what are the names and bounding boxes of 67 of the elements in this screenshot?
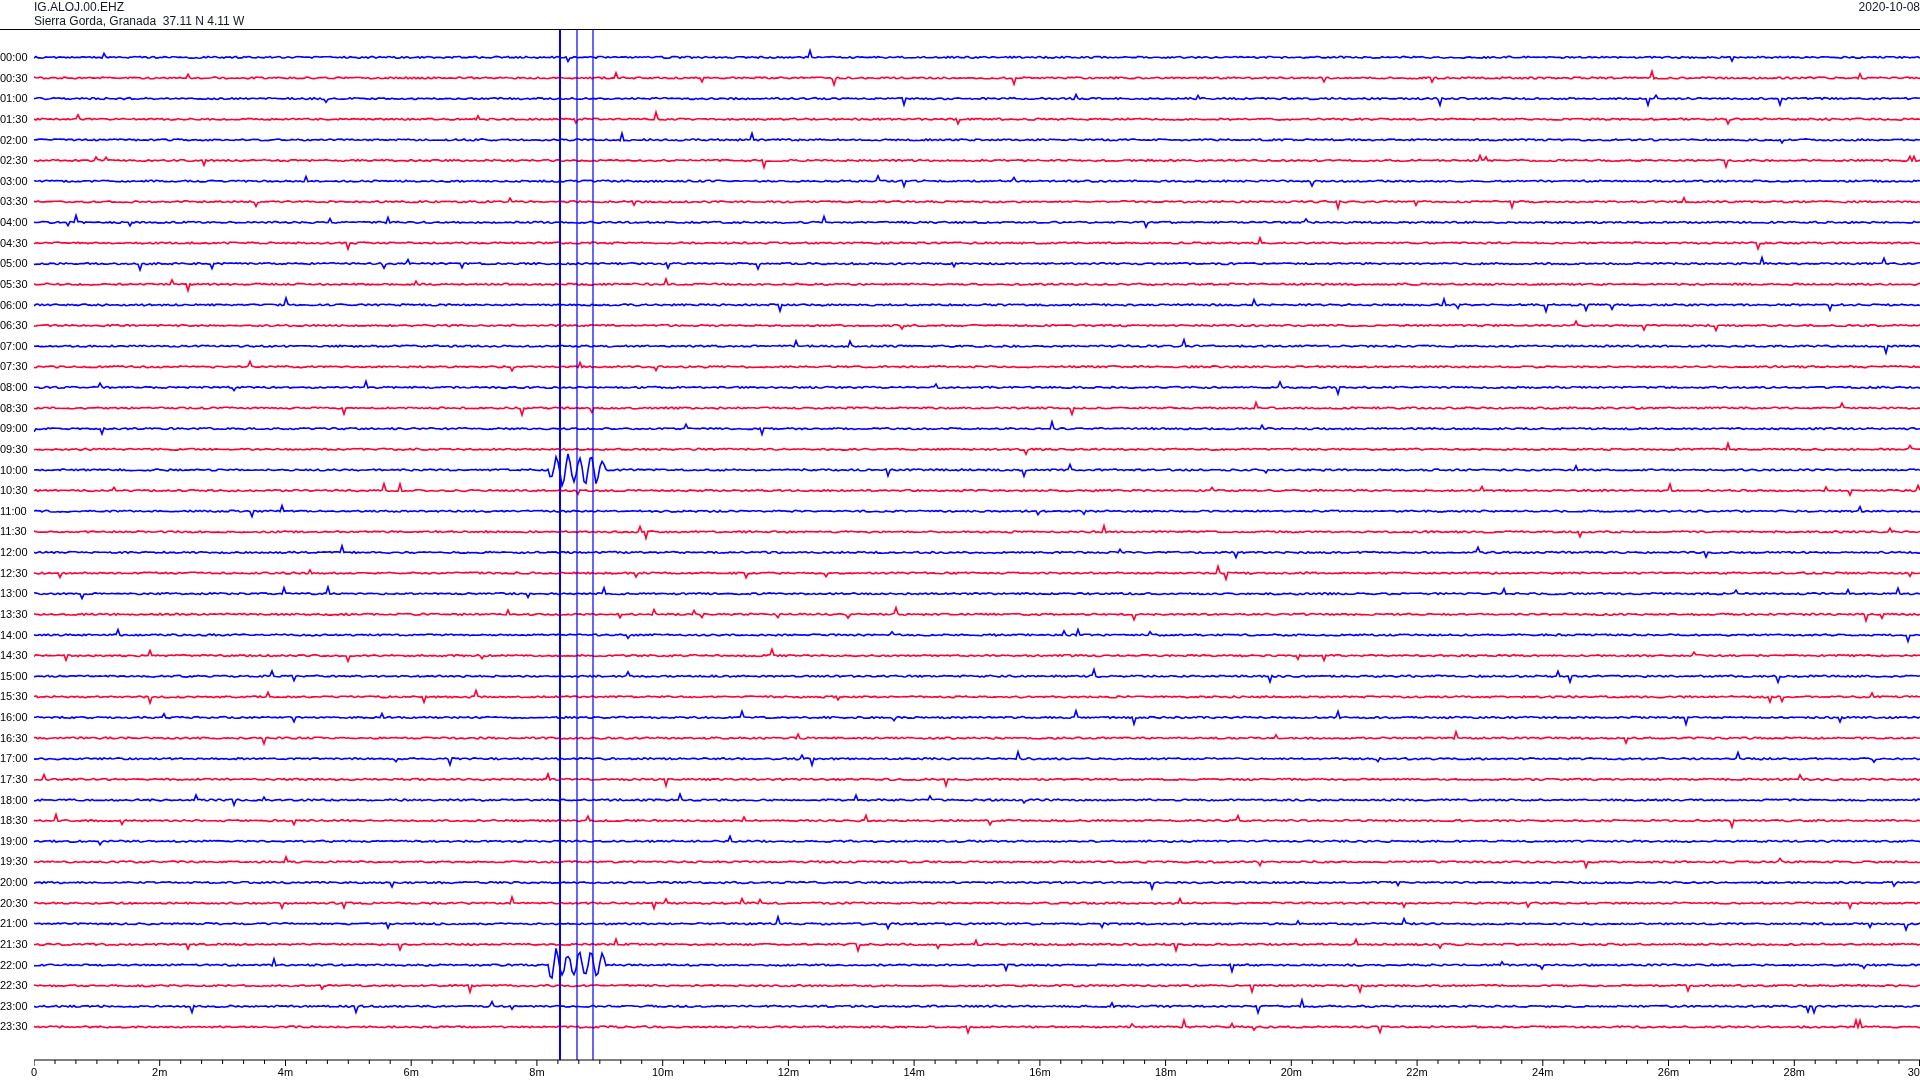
time-label: 14:00	[0, 627, 29, 643]
time-label: 12:00	[0, 545, 29, 560]
time-label: 06:00	[0, 297, 29, 313]
time-label: 16:30	[0, 730, 29, 746]
time-label: 10:00	[0, 462, 29, 478]
time-label: 23:30	[0, 1019, 29, 1035]
axis-tick-label: 12m	[777, 1066, 800, 1079]
time-label: 16:00	[0, 710, 29, 725]
axis-tick-label: 10m	[651, 1066, 674, 1079]
time-label: 17:30	[0, 771, 29, 787]
station-code: IG.ALOJ.00.EHZ	[34, 0, 126, 14]
time-label: 21:30	[0, 936, 29, 952]
axis-tick-label: 4m	[277, 1066, 294, 1079]
time-label: 09:00	[0, 421, 29, 437]
time-label: 20:00	[0, 875, 29, 890]
time-label: 22:00	[0, 957, 29, 973]
time-label: 13:30	[0, 606, 29, 622]
axis-tick-label: 2m	[152, 1066, 168, 1079]
time-label: 20:30	[0, 895, 29, 911]
time-label: 02:00	[0, 132, 29, 148]
time-label: 17:00	[0, 751, 29, 767]
axis-tick-label: 8m	[529, 1066, 545, 1079]
axis-tick-label: 18m	[1154, 1066, 1177, 1079]
time-label: 10:30	[0, 483, 29, 499]
axis-tick-label: 16m	[1029, 1066, 1051, 1079]
time-label: 06:30	[0, 318, 29, 334]
time-label: 21:00	[0, 916, 29, 932]
time-label: 07:30	[0, 359, 29, 375]
time-label: 23:00	[0, 998, 29, 1014]
time-label: 04:30	[0, 235, 29, 251]
time-label: 12:30	[0, 565, 29, 581]
station-location: Sierra Gorda, Granada 37.11 N 4.11 W	[34, 14, 245, 28]
axis-tick-label: 28m	[1783, 1066, 1805, 1079]
time-label: 19:30	[0, 854, 29, 870]
axis-tick-label: 20m	[1280, 1066, 1303, 1079]
time-label: 09:30	[0, 441, 29, 457]
time-label: 05:30	[0, 276, 29, 292]
axis-tick-label: 30	[1907, 1066, 1920, 1079]
time-label: 22:30	[0, 978, 29, 994]
time-label: 11:00	[0, 503, 28, 519]
time-label: 01:30	[0, 111, 29, 127]
axis-tick-label: 22m	[1406, 1066, 1428, 1079]
time-label: 13:00	[0, 586, 29, 602]
time-label: 19:00	[0, 833, 29, 849]
time-label: 01:00	[0, 91, 29, 107]
time-label: 15:00	[0, 668, 29, 684]
time-label: 14:30	[0, 648, 29, 664]
time-label: 03:00	[0, 173, 29, 189]
time-label: 07:00	[0, 338, 29, 354]
axis-tick-label: 6m	[403, 1066, 419, 1079]
time-label: 11:30	[0, 524, 28, 540]
date-label: 2020-10-08	[1858, 0, 1920, 14]
time-label: 08:00	[0, 380, 29, 395]
axis-tick-label: 26m	[1657, 1066, 1680, 1079]
time-label: 00:30	[0, 70, 29, 86]
time-label: 08:30	[0, 400, 29, 416]
axis-tick-label: 24m	[1532, 1066, 1554, 1079]
axis-tick-label: 0	[31, 1066, 38, 1079]
time-label: 18:30	[0, 813, 29, 829]
time-label: 03:30	[0, 194, 29, 210]
time-label: 05:00	[0, 256, 29, 272]
time-label: 02:30	[0, 153, 29, 169]
axis-tick-label: 14m	[903, 1066, 925, 1079]
time-label: 04:00	[0, 215, 29, 230]
time-label: 18:00	[0, 792, 29, 808]
time-label: 15:30	[0, 689, 29, 705]
time-label: 00:00	[0, 50, 29, 65]
